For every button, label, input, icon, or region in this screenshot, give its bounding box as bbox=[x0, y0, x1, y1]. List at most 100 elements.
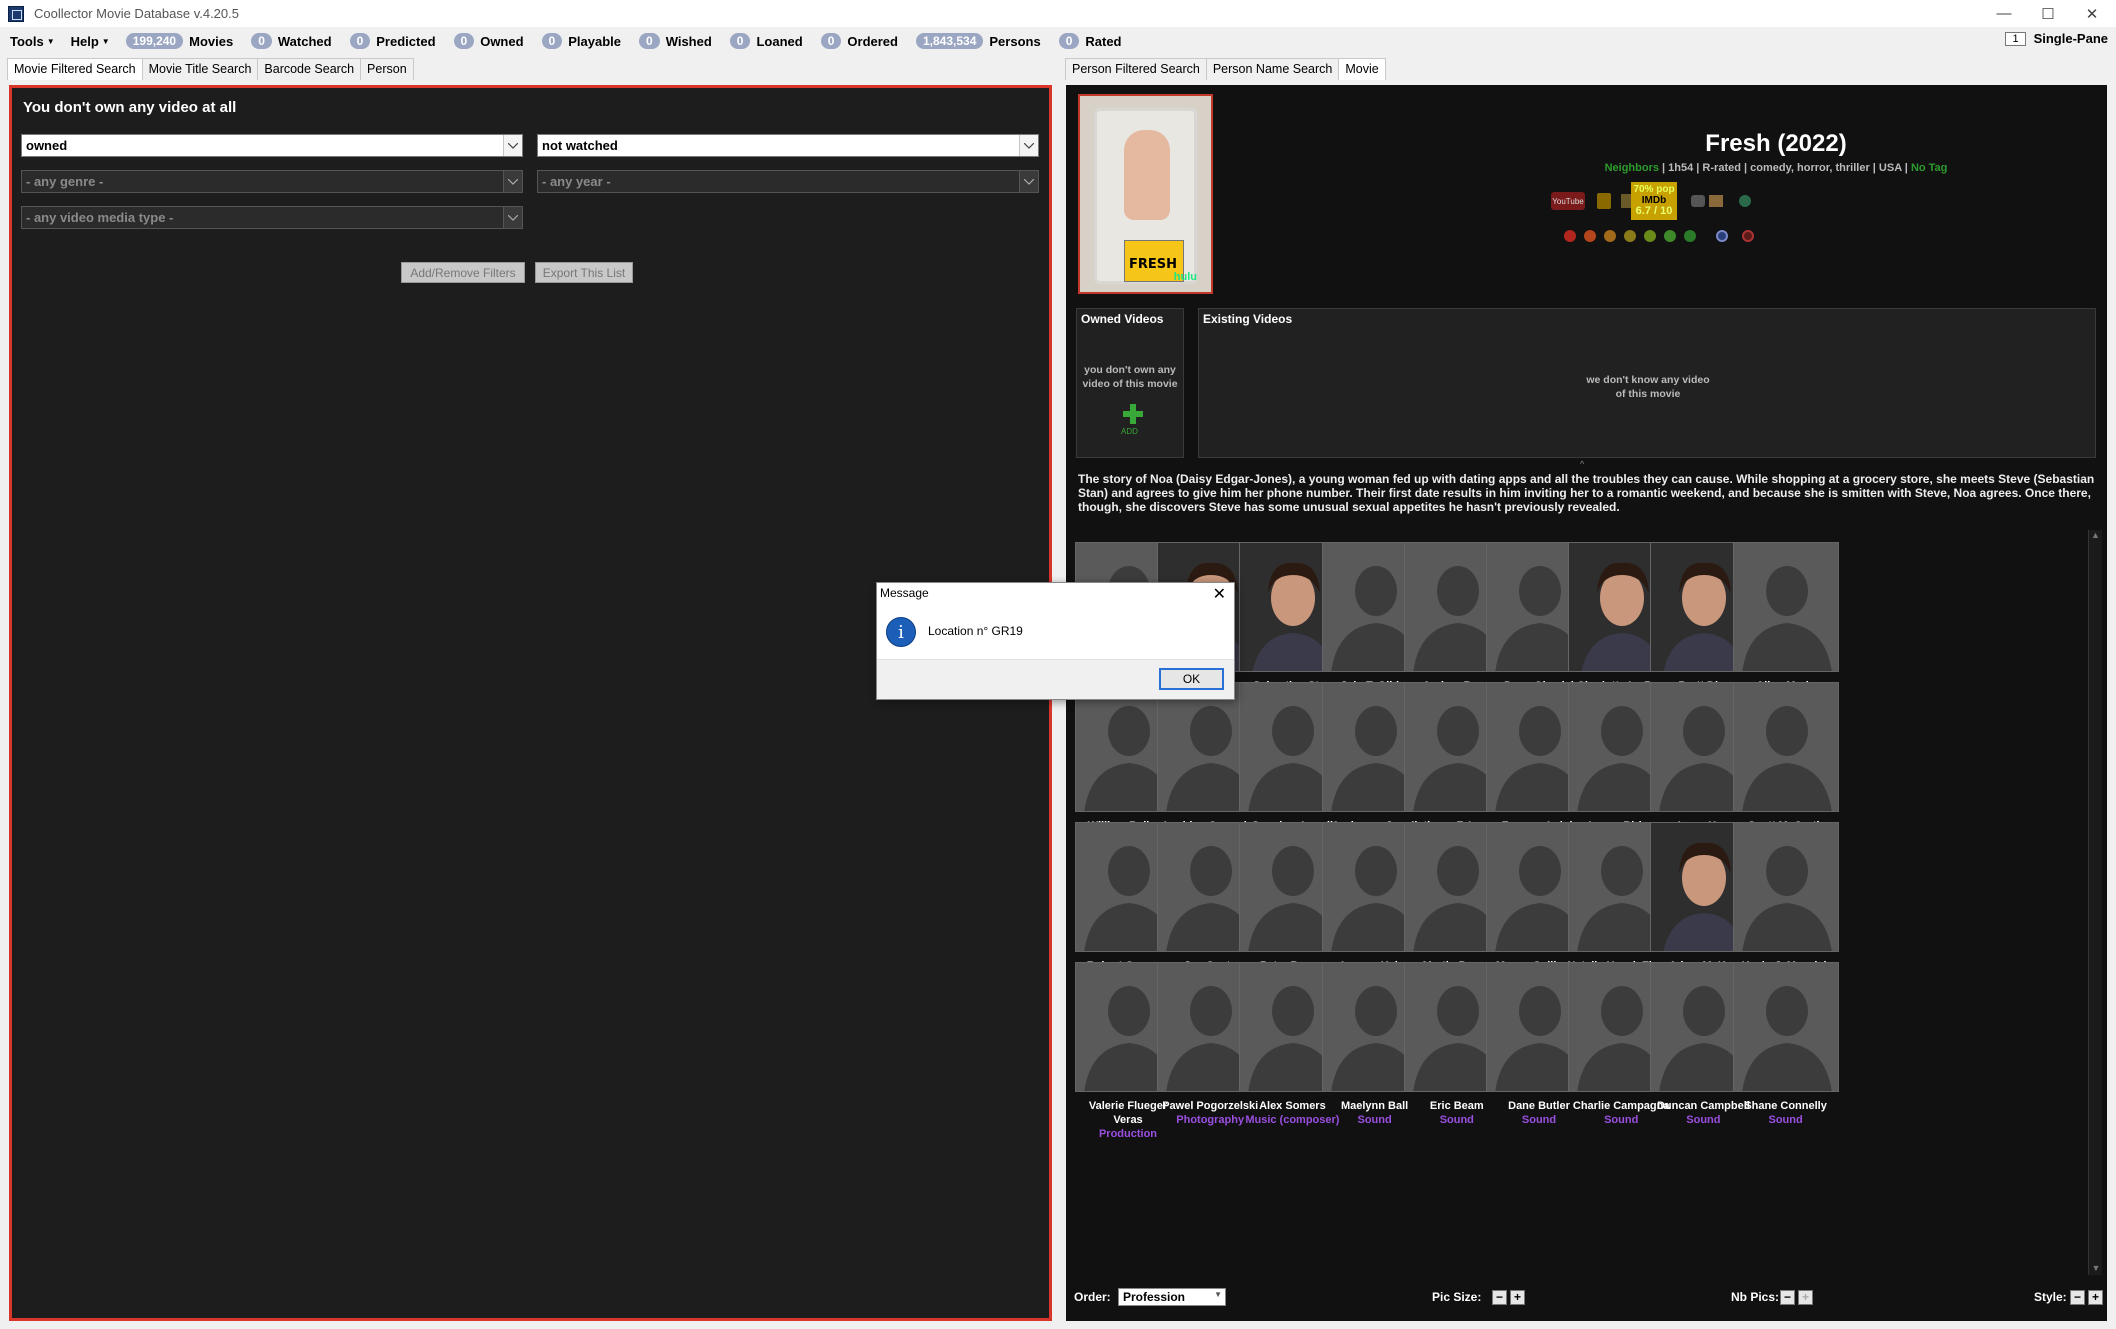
chevron-down-icon[interactable] bbox=[1019, 135, 1038, 156]
counter-label: Predicted bbox=[376, 33, 436, 49]
cast-member[interactable]: Shane Connelly Sound bbox=[1732, 962, 1840, 1127]
genre-filter[interactable]: - any genre - bbox=[21, 170, 523, 193]
existing-msg-line1: we don't know any video bbox=[1586, 374, 1710, 386]
nb-pics-label: Nb Pics: bbox=[1731, 1290, 1780, 1304]
person-role: Sound bbox=[1768, 1114, 1803, 1126]
synopsis: The story of Noa (Daisy Edgar-Jones), a … bbox=[1078, 472, 2095, 514]
imdb-badge[interactable]: 70% pop IMDb 6.7 / 10 bbox=[1631, 182, 1677, 220]
owned-filter[interactable]: owned bbox=[21, 134, 523, 157]
counter-3[interactable]: 0 Owned bbox=[453, 33, 524, 49]
counter-7[interactable]: 0 Ordered bbox=[820, 33, 898, 49]
owned-videos-title: Owned Videos bbox=[1081, 312, 1164, 326]
counter-8[interactable]: 1,843,534 Persons bbox=[915, 33, 1041, 49]
watched-eye-icon[interactable] bbox=[1716, 230, 1728, 242]
link-icon[interactable] bbox=[1739, 195, 1751, 207]
wish-icon[interactable] bbox=[1742, 230, 1754, 242]
tab-person-name-search[interactable]: Person Name Search bbox=[1205, 58, 1340, 80]
single-pane-toggle[interactable]: 1 Single-Pane bbox=[2005, 31, 2108, 46]
movie-poster[interactable]: FRESH hulu bbox=[1078, 94, 1213, 294]
pic-size-decrease-button[interactable]: − bbox=[1492, 1290, 1507, 1305]
counter-9[interactable]: 0 Rated bbox=[1058, 33, 1122, 49]
add-label[interactable]: ADD bbox=[1121, 427, 1138, 436]
person-role: Production bbox=[1098, 1128, 1158, 1140]
chevron-down-icon[interactable] bbox=[503, 207, 522, 228]
counter-5[interactable]: 0 Wished bbox=[639, 33, 712, 49]
scroll-up-icon[interactable]: ▲ bbox=[2089, 530, 2102, 540]
watched-filter[interactable]: not watched bbox=[537, 134, 1039, 157]
minimize-icon[interactable]: — bbox=[1980, 0, 2028, 27]
counter-label: Wished bbox=[665, 33, 712, 49]
counter-6[interactable]: 0 Loaned bbox=[729, 33, 803, 49]
tab-movie-filtered-search[interactable]: Movie Filtered Search bbox=[7, 58, 143, 80]
media-type-filter[interactable]: - any video media type - bbox=[21, 206, 523, 229]
rating-dot-icon[interactable] bbox=[1604, 230, 1616, 242]
person-silhouette-icon[interactable] bbox=[1732, 542, 1839, 672]
caret-down-icon: ▼ bbox=[46, 36, 55, 46]
left-pane: You don't own any video at all owned not… bbox=[9, 85, 1052, 1321]
person-silhouette-icon[interactable] bbox=[1732, 822, 1839, 952]
youtube-icon[interactable]: YouTube bbox=[1551, 192, 1585, 210]
window-title: Coollector Movie Database v.4.20.5 bbox=[34, 6, 239, 21]
imdb-popularity: 70% pop bbox=[1633, 184, 1675, 195]
rating-dot-icon[interactable] bbox=[1624, 230, 1636, 242]
counter-2[interactable]: 0 Predicted bbox=[349, 33, 436, 49]
counter-badge: 199,240 bbox=[125, 33, 184, 49]
imdb-score: 6.7 / 10 bbox=[1635, 205, 1673, 217]
pane-count[interactable]: 1 bbox=[2005, 31, 2026, 46]
rating-dot-icon[interactable] bbox=[1664, 230, 1676, 242]
tag-neighbors[interactable]: Neighbors bbox=[1605, 162, 1659, 174]
left-tabs: Movie Filtered Search Movie Title Search… bbox=[7, 58, 414, 80]
tools-menu[interactable]: Tools ▼ bbox=[10, 34, 55, 49]
movie-details: | 1h54 | R-rated | comedy, horror, thril… bbox=[1658, 162, 1911, 174]
close-icon[interactable]: ✕ bbox=[2068, 0, 2116, 27]
nb-pics-increase-button[interactable]: + bbox=[1798, 1290, 1813, 1305]
tag-none[interactable]: No Tag bbox=[1911, 162, 1947, 174]
chevron-down-icon[interactable] bbox=[503, 171, 522, 192]
counter-0[interactable]: 199,240 Movies bbox=[125, 33, 233, 49]
add-remove-filters-button[interactable]: Add/Remove Filters bbox=[401, 262, 525, 283]
style-decrease-button[interactable]: − bbox=[2070, 1290, 2085, 1305]
rating-dot-icon[interactable] bbox=[1564, 230, 1576, 242]
box-icon[interactable] bbox=[1709, 195, 1723, 207]
chat-icon[interactable] bbox=[1691, 195, 1705, 207]
counter-badge: 1,843,534 bbox=[915, 33, 984, 49]
scroll-down-icon[interactable]: ▼ bbox=[2089, 1263, 2103, 1273]
watched-filter-value: not watched bbox=[542, 138, 618, 153]
chevron-down-icon[interactable]: ▼ bbox=[1214, 1290, 1222, 1299]
maximize-icon[interactable]: ☐ bbox=[2024, 0, 2072, 27]
left-pane-title: You don't own any video at all bbox=[23, 99, 237, 116]
close-icon[interactable]: ✕ bbox=[1213, 584, 1226, 604]
counter-label: Persons bbox=[989, 33, 1041, 49]
nb-pics-decrease-button[interactable]: − bbox=[1780, 1290, 1795, 1305]
cast-scrollbar[interactable]: ▲ ▼ bbox=[2088, 530, 2102, 1275]
rating-dot-icon[interactable] bbox=[1584, 230, 1596, 242]
tab-movie-title-search[interactable]: Movie Title Search bbox=[141, 58, 259, 80]
counter-1[interactable]: 0 Watched bbox=[251, 33, 332, 49]
rating-dot-icon[interactable] bbox=[1644, 230, 1656, 242]
add-icon[interactable] bbox=[1123, 404, 1143, 424]
help-menu[interactable]: Help ▼ bbox=[71, 34, 110, 49]
trophy-icon[interactable] bbox=[1597, 193, 1611, 209]
year-filter[interactable]: - any year - bbox=[537, 170, 1039, 193]
rating-dot-icon[interactable] bbox=[1684, 230, 1696, 242]
person-silhouette-icon[interactable] bbox=[1732, 962, 1839, 1092]
pic-size-increase-button[interactable]: + bbox=[1510, 1290, 1525, 1305]
style-label: Style: bbox=[2034, 1290, 2067, 1304]
order-select[interactable]: Profession ▼ bbox=[1118, 1288, 1226, 1306]
poster-tray: FRESH hulu bbox=[1094, 108, 1197, 284]
chevron-up-icon[interactable]: ^ bbox=[1580, 459, 1584, 469]
poster-hand bbox=[1124, 130, 1170, 220]
owned-videos-panel: Owned Videos you don't own any video of … bbox=[1076, 308, 1184, 458]
style-increase-button[interactable]: + bbox=[2088, 1290, 2103, 1305]
tab-person-filtered-search[interactable]: Person Filtered Search bbox=[1065, 58, 1207, 80]
tab-person[interactable]: Person bbox=[360, 58, 414, 80]
tab-movie[interactable]: Movie bbox=[1338, 58, 1386, 80]
person-silhouette-icon[interactable] bbox=[1732, 682, 1839, 812]
export-list-button[interactable]: Export This List bbox=[535, 262, 633, 283]
owned-msg-line2: video of this movie bbox=[1082, 378, 1178, 390]
tab-barcode-search[interactable]: Barcode Search bbox=[257, 58, 362, 80]
ok-button[interactable]: OK bbox=[1159, 668, 1224, 690]
chevron-down-icon[interactable] bbox=[503, 135, 522, 156]
chevron-down-icon[interactable] bbox=[1019, 171, 1038, 192]
counter-4[interactable]: 0 Playable bbox=[541, 33, 621, 49]
